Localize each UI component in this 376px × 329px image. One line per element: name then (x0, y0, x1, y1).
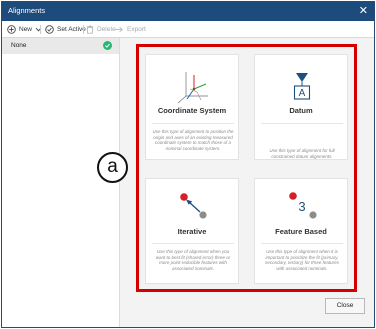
new-button-label: New (19, 26, 33, 33)
highlight-box (136, 44, 357, 292)
export-arrow-icon (115, 26, 123, 33)
delete-button[interactable]: Delete (86, 24, 116, 35)
set-active-button[interactable]: Set Active (45, 24, 86, 35)
check-circle-icon (45, 25, 54, 34)
add-icon (7, 25, 16, 34)
list-item-label: None (11, 42, 27, 49)
list-item-none[interactable]: None (2, 38, 119, 54)
close-button[interactable]: Close (325, 298, 365, 314)
active-check-icon (103, 41, 112, 50)
export-button[interactable]: Export (114, 24, 146, 35)
toolbar: New Set Active Delete Export (2, 21, 374, 38)
dialog-title: Alignments (8, 6, 46, 15)
toolbar-divider (40, 25, 41, 34)
export-label: Export (127, 26, 146, 33)
title-bar: Alignments ✕ (2, 2, 374, 21)
alignment-list: None (2, 38, 120, 327)
delete-label: Delete (97, 26, 116, 33)
alignments-dialog: Alignments ✕ New Set Active Delete Expor… (1, 1, 375, 328)
set-active-label: Set Active (57, 26, 86, 33)
annotation-marker: a (97, 152, 128, 183)
trash-icon (86, 25, 94, 34)
toolbar-divider (83, 25, 84, 34)
close-icon[interactable]: ✕ (359, 4, 368, 18)
